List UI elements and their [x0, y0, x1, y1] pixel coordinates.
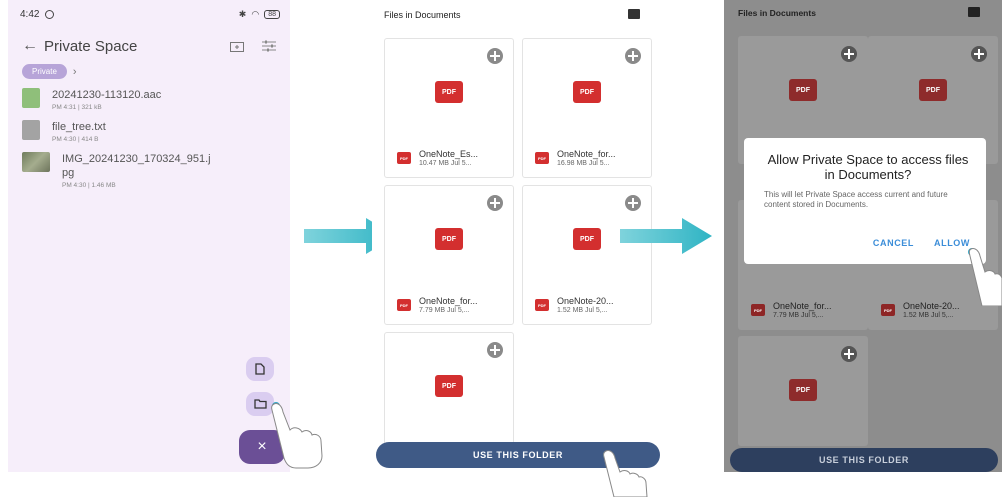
file-name: file_tree.txt [52, 121, 106, 133]
select-icon[interactable] [487, 48, 503, 64]
hand-pointer-icon [603, 450, 648, 497]
file-icon [255, 363, 265, 375]
file-card: PDF [738, 336, 868, 446]
file-card[interactable]: PDF PDF OneNote_for... 7.79 MB Jul 5,... [384, 185, 514, 325]
picker-header: Files in Documents [738, 8, 816, 18]
picker-header: Files in Documents [384, 10, 461, 20]
file-name: OneNote-20... [557, 296, 614, 306]
cancel-button[interactable]: CANCEL [873, 238, 914, 248]
flow-arrow-icon [620, 218, 712, 254]
pdf-small-icon: PDF [881, 304, 895, 316]
pdf-icon: PDF [573, 228, 601, 250]
file-meta: 1.52 MB Jul 5,... [903, 312, 954, 319]
status-time: 4:42 [20, 8, 40, 20]
filter-settings-icon[interactable] [258, 37, 280, 55]
permission-dialog: Allow Private Space to access files in D… [744, 138, 986, 264]
new-file-fab[interactable] [246, 357, 274, 381]
list-view-icon [968, 7, 980, 17]
wifi-icon: ◠ [251, 8, 260, 19]
file-name: OneNote_for... [557, 149, 616, 159]
file-meta: 16.98 MB Jul 5... [557, 160, 610, 167]
new-folder-icon[interactable] [226, 37, 248, 55]
text-file-icon [22, 120, 40, 140]
file-meta: PM 4:31 | 321 kB [52, 104, 102, 111]
file-meta: 7.79 MB Jul 5,... [773, 312, 824, 319]
file-meta: 1.52 MB Jul 5,... [557, 307, 608, 314]
pdf-small-icon: PDF [535, 299, 549, 311]
allow-button[interactable]: ALLOW [934, 238, 970, 248]
pdf-small-icon: PDF [751, 304, 765, 316]
file-meta: PM 4:30 | 414 B [52, 136, 99, 143]
file-card[interactable]: PDF PDF OneNote_for... 16.98 MB Jul 5... [522, 38, 652, 178]
dialog-body: This will let Private Space access curre… [764, 190, 948, 209]
page-title: Private Space [44, 37, 138, 55]
status-bar: 4:42 ✱ ◠ 88 [20, 6, 280, 22]
audio-file-icon [22, 88, 40, 108]
close-icon: × [257, 438, 267, 455]
file-name: OneNote-20... [903, 301, 960, 311]
top-app-bar: ← Private Space [22, 34, 280, 58]
select-icon [971, 46, 987, 62]
pdf-icon: PDF [435, 228, 463, 250]
dialog-title: Allow Private Space to access files in D… [767, 152, 969, 182]
pdf-icon: PDF [789, 79, 817, 101]
select-icon[interactable] [487, 342, 503, 358]
file-meta: 7.79 MB Jul 5,... [419, 307, 470, 314]
chevron-right-icon: › [72, 65, 77, 78]
select-icon [841, 346, 857, 362]
select-icon[interactable] [487, 195, 503, 211]
pdf-icon: PDF [919, 79, 947, 101]
breadcrumb-chip-private[interactable]: Private [22, 64, 67, 79]
select-icon[interactable] [625, 48, 641, 64]
list-item[interactable]: IMG_20241230_170324_951.j pg PM 4:30 | 1… [22, 152, 211, 189]
file-name: OneNote_for... [773, 301, 832, 311]
hand-pointer-icon [271, 403, 323, 469]
pdf-icon: PDF [789, 379, 817, 401]
clock-icon [45, 9, 55, 19]
file-card[interactable]: PDF PDF OneNote_Es... 10.47 MB Jul 5... [384, 38, 514, 178]
list-item[interactable]: file_tree.txt PM 4:30 | 414 B [22, 120, 106, 143]
file-name: 20241230-113120.aac [52, 89, 162, 101]
breadcrumb: Private › [22, 64, 77, 79]
file-name: OneNote_for... [419, 296, 478, 306]
pdf-icon: PDF [435, 81, 463, 103]
file-card[interactable]: PDF [384, 332, 514, 450]
select-icon [841, 46, 857, 62]
pdf-icon: PDF [573, 81, 601, 103]
use-this-folder-button: USE THIS FOLDER [730, 448, 998, 472]
private-space-screen: 4:42 ✱ ◠ 88 ← Private Space Private › 20… [8, 0, 290, 472]
pdf-small-icon: PDF [397, 152, 411, 164]
file-name: OneNote_Es... [419, 149, 479, 159]
battery-icon: 88 [264, 9, 280, 19]
list-view-icon[interactable] [628, 9, 640, 19]
bluetooth-icon: ✱ [238, 8, 247, 19]
list-item[interactable]: 20241230-113120.aac PM 4:31 | 321 kB [22, 88, 161, 111]
back-arrow-icon[interactable]: ← [22, 37, 44, 55]
image-thumbnail [22, 152, 50, 172]
folder-icon [253, 399, 267, 409]
pdf-icon: PDF [435, 375, 463, 397]
file-card[interactable]: PDF PDF OneNote-20... 1.52 MB Jul 5,... [522, 185, 652, 325]
file-meta: PM 4:30 | 1.46 MB [62, 182, 116, 189]
hand-pointer-icon [968, 248, 1002, 306]
file-meta: 10.47 MB Jul 5... [419, 160, 472, 167]
file-name-continued: pg [62, 167, 75, 179]
pdf-small-icon: PDF [535, 152, 549, 164]
file-name: IMG_20241230_170324_951.j [62, 153, 211, 165]
pdf-small-icon: PDF [397, 299, 411, 311]
permission-dialog-screen: Files in Documents PDF PDF PDF OneNote_f… [724, 0, 1002, 472]
select-icon[interactable] [625, 195, 641, 211]
